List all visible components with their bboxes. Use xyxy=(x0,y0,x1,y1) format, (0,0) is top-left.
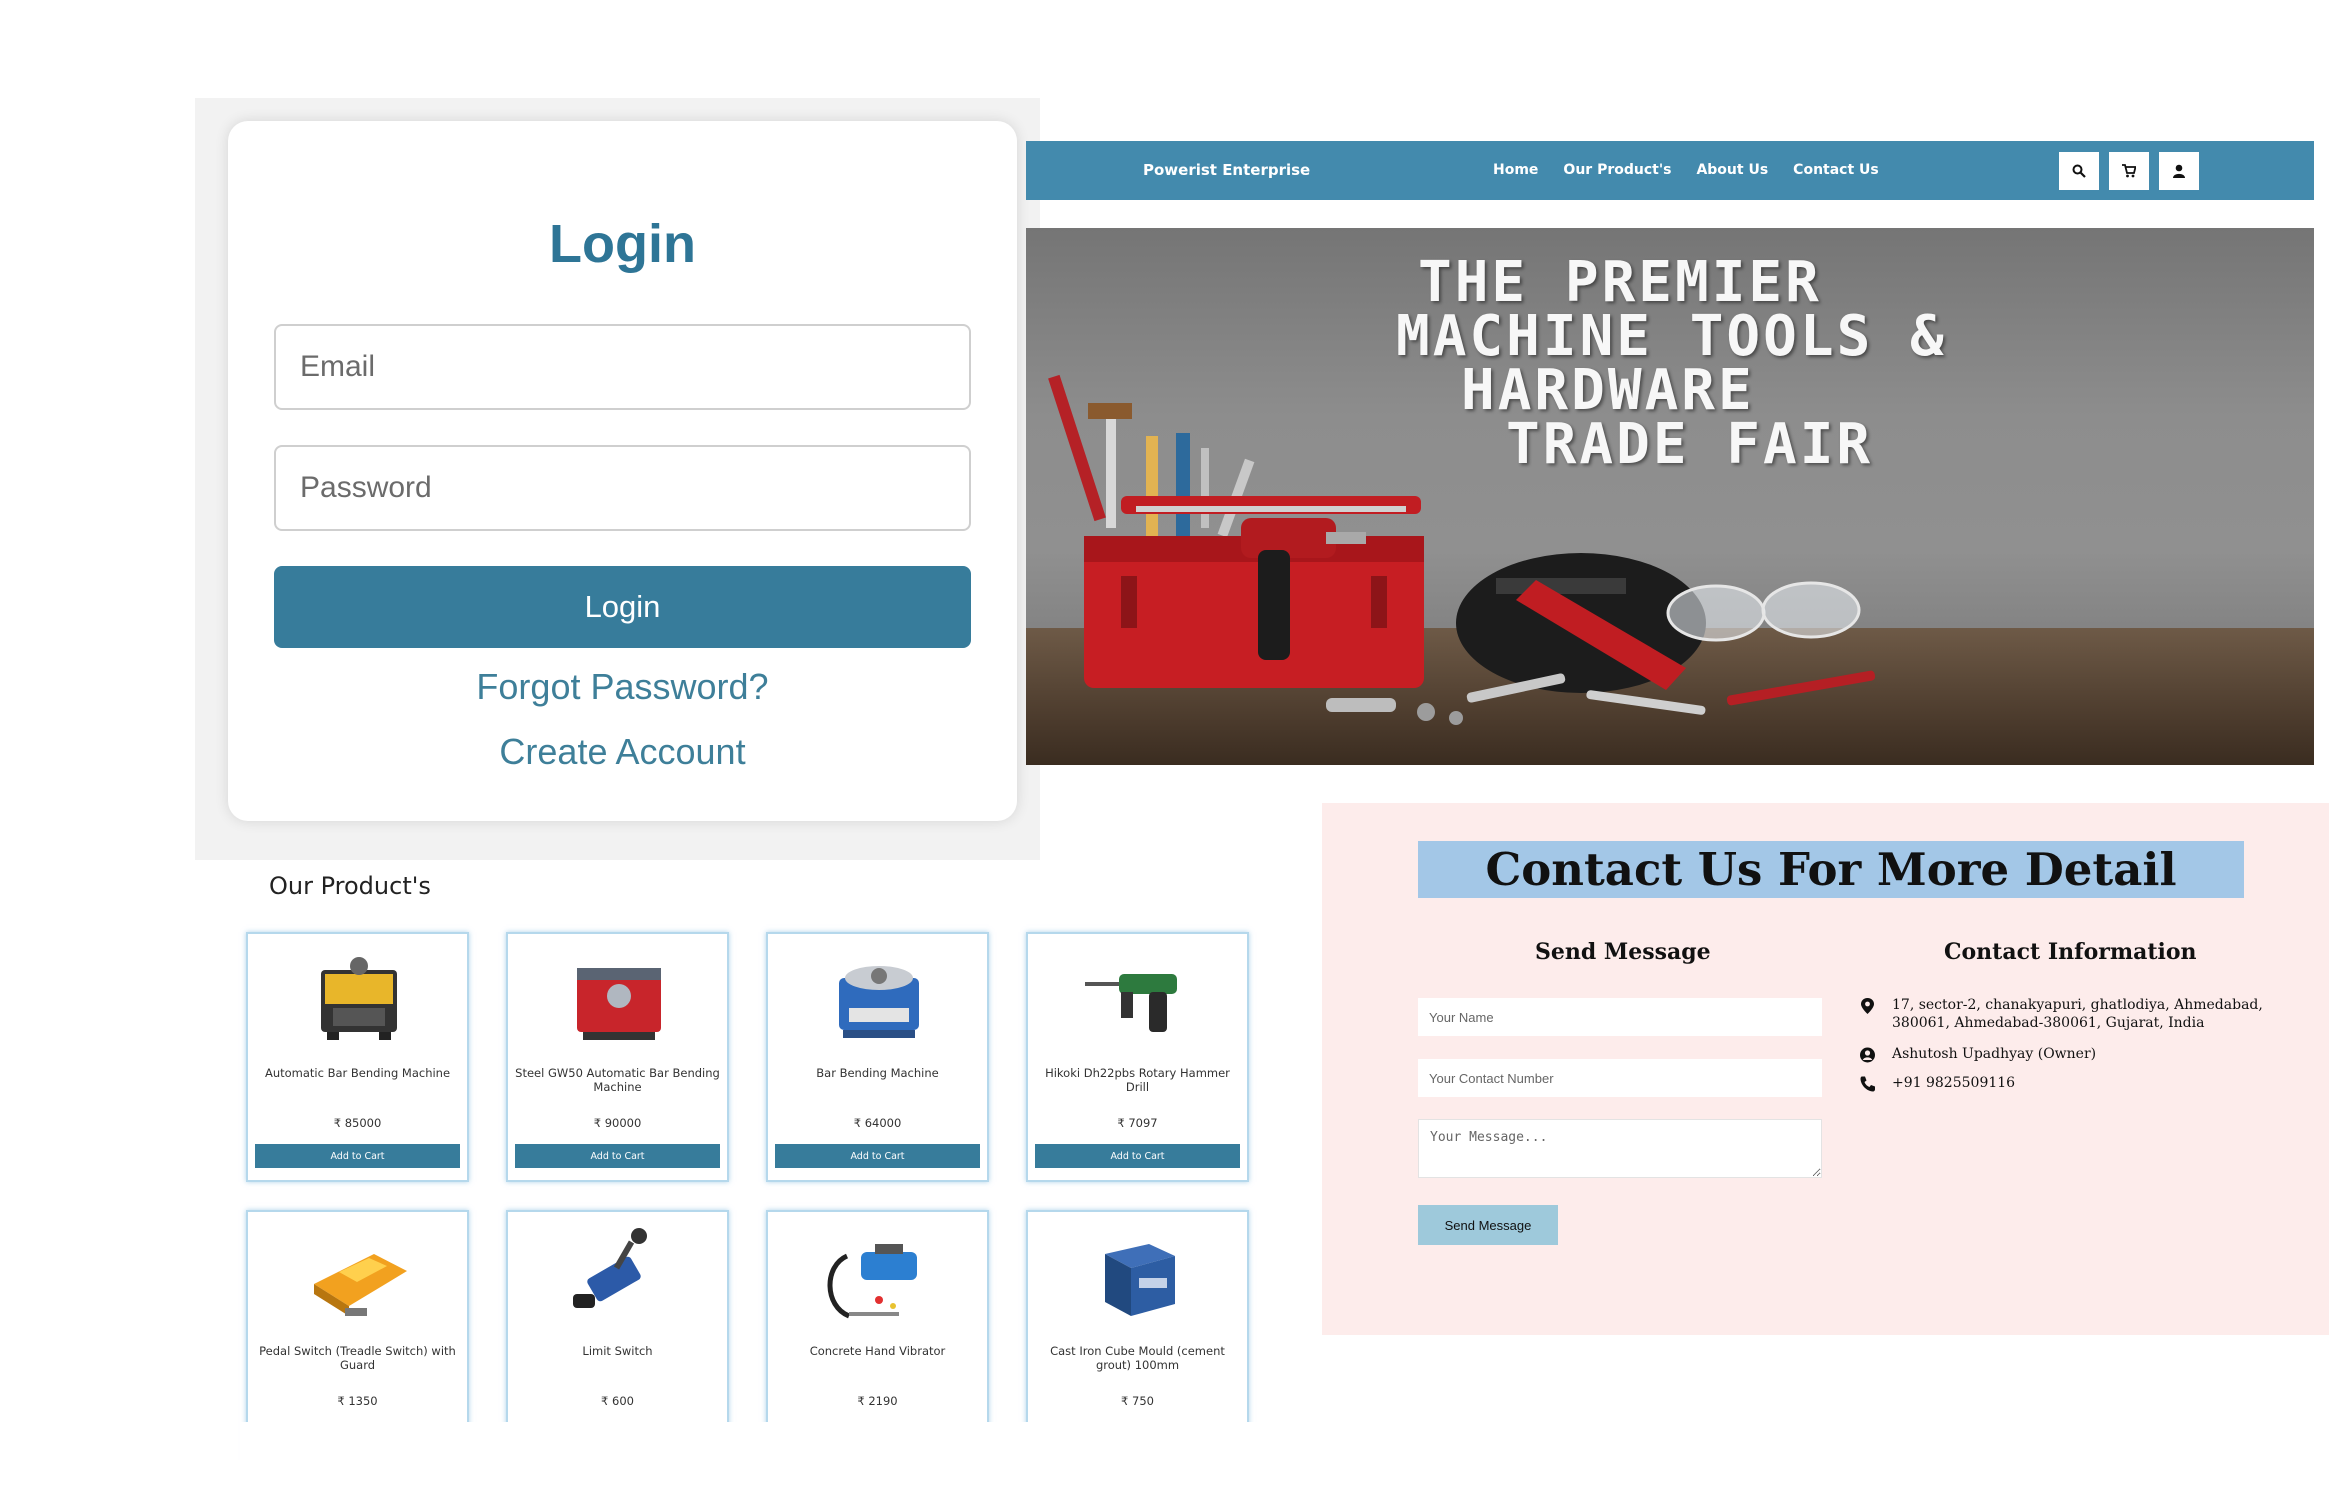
product-card[interactable]: Hikoki Dh22pbs Rotary Hammer Drill ₹ 709… xyxy=(1026,932,1249,1182)
pedal-switch-icon xyxy=(314,1254,407,1316)
product-name: Concrete Hand Vibrator xyxy=(809,1344,946,1358)
products-heading: Our Product's xyxy=(269,872,431,900)
product-name: Automatic Bar Bending Machine xyxy=(264,1066,451,1080)
product-card[interactable]: Automatic Bar Bending Machine ₹ 85000 Ad… xyxy=(246,932,469,1182)
brand-name[interactable]: Powerist Enterprise xyxy=(1143,141,1310,200)
product-price: ₹ 1350 xyxy=(337,1394,378,1408)
rotary-hammer-drill-icon xyxy=(1085,974,1177,1032)
hero-headline: THE PREMIER MACHINE TOOLS & HARDWARE TRA… xyxy=(1396,250,1956,477)
nav-products[interactable]: Our Product's xyxy=(1563,141,1671,200)
crop-mask xyxy=(240,1422,1260,1501)
concrete-vibrator-icon xyxy=(827,1244,917,1319)
message-textarea[interactable] xyxy=(1418,1119,1822,1178)
phone-icon xyxy=(1860,1076,1875,1092)
contact-title: Contact Us For More Detail xyxy=(1418,841,2244,898)
search-icon xyxy=(2072,164,2086,178)
login-title: Login xyxy=(549,214,696,274)
bar-bending-machine-icon xyxy=(321,957,397,1040)
nav-contact[interactable]: Contact Us xyxy=(1793,141,1879,200)
product-card[interactable]: Bar Bending Machine ₹ 64000 Add to Cart xyxy=(766,932,989,1182)
send-message-heading: Send Message xyxy=(1535,939,1711,965)
user-circle-icon xyxy=(1860,1047,1875,1063)
hero-headline-line: THE PREMIER xyxy=(1418,250,1822,315)
product-price: ₹ 750 xyxy=(1121,1394,1154,1408)
contact-section: Contact Us For More Detail Send Message … xyxy=(1322,803,2329,1335)
login-panel: Login Login Forgot Password? Create Acco… xyxy=(195,98,1040,860)
contact-info-heading: Contact Information xyxy=(1944,939,2197,965)
product-name: Bar Bending Machine xyxy=(816,1066,939,1080)
login-button[interactable]: Login xyxy=(274,566,971,648)
product-price: ₹ 90000 xyxy=(593,1116,642,1130)
create-account-link[interactable]: Create Account xyxy=(228,731,1017,773)
hero-headline-line: HARDWARE xyxy=(1461,358,1755,423)
contact-number-input[interactable] xyxy=(1418,1059,1822,1097)
product-name: Steel GW50 Automatic Bar Bending Machine xyxy=(515,1066,720,1094)
site-header: Powerist Enterprise Home Our Product's A… xyxy=(1026,141,2314,200)
bending-machine-icon xyxy=(839,966,919,1038)
user-icon xyxy=(2173,164,2185,178)
add-to-cart-button[interactable]: Add to Cart xyxy=(775,1144,980,1168)
owner-text: Ashutosh Upadhyay (Owner) xyxy=(1892,1046,2097,1062)
product-name: Limit Switch xyxy=(582,1344,653,1358)
product-name: Cast Iron Cube Mould (cement grout) 100m… xyxy=(1050,1344,1225,1372)
forgot-password-link[interactable]: Forgot Password? xyxy=(228,666,1017,708)
product-price: ₹ 64000 xyxy=(853,1116,902,1130)
product-name: Pedal Switch (Treadle Switch) with Guard xyxy=(259,1344,456,1372)
add-to-cart-button[interactable]: Add to Cart xyxy=(255,1144,460,1168)
limit-switch-icon xyxy=(573,1228,647,1308)
name-input[interactable] xyxy=(1418,998,1822,1036)
add-to-cart-button[interactable]: Add to Cart xyxy=(515,1144,720,1168)
cart-button[interactable] xyxy=(2109,152,2149,190)
product-price: ₹ 2190 xyxy=(857,1394,898,1408)
login-card: Login Login Forgot Password? Create Acco… xyxy=(228,121,1017,821)
steel-bending-machine-icon xyxy=(577,968,661,1040)
product-price: ₹ 85000 xyxy=(333,1116,382,1130)
user-button[interactable] xyxy=(2159,152,2199,190)
address-text: 17, sector-2, chanakyapuri, ghatlodiya, … xyxy=(1892,997,2263,1031)
password-field[interactable] xyxy=(274,445,971,531)
hero-banner: THE PREMIER MACHINE TOOLS & HARDWARE TRA… xyxy=(1026,228,2314,765)
header-icons xyxy=(2059,152,2199,190)
hero-headline-line: MACHINE TOOLS & xyxy=(1396,304,1947,369)
owner-row: Ashutosh Upadhyay (Owner) xyxy=(1859,1045,2272,1064)
nav-about[interactable]: About Us xyxy=(1696,141,1768,200)
send-message-button[interactable]: Send Message xyxy=(1418,1205,1558,1245)
product-price: ₹ 600 xyxy=(601,1394,634,1408)
search-button[interactable] xyxy=(2059,152,2099,190)
nav-home[interactable]: Home xyxy=(1493,141,1538,200)
address-row: 17, sector-2, chanakyapuri, ghatlodiya, … xyxy=(1859,996,2272,1032)
main-nav: Home Our Product's About Us Contact Us xyxy=(1493,141,1879,200)
map-pin-icon xyxy=(1861,998,1874,1014)
email-field[interactable] xyxy=(274,324,971,410)
cart-icon xyxy=(2122,164,2136,178)
add-to-cart-button[interactable]: Add to Cart xyxy=(1035,1144,1240,1168)
phone-row: +91 9825509116 xyxy=(1859,1074,2272,1093)
product-name: Hikoki Dh22pbs Rotary Hammer Drill xyxy=(1045,1066,1230,1094)
product-price: ₹ 7097 xyxy=(1117,1116,1158,1130)
phone-text: +91 9825509116 xyxy=(1892,1075,2016,1091)
hero-headline-line: TRADE FAIR xyxy=(1506,412,1874,477)
cube-mould-icon xyxy=(1105,1244,1175,1316)
product-card[interactable]: Steel GW50 Automatic Bar Bending Machine… xyxy=(506,932,729,1182)
